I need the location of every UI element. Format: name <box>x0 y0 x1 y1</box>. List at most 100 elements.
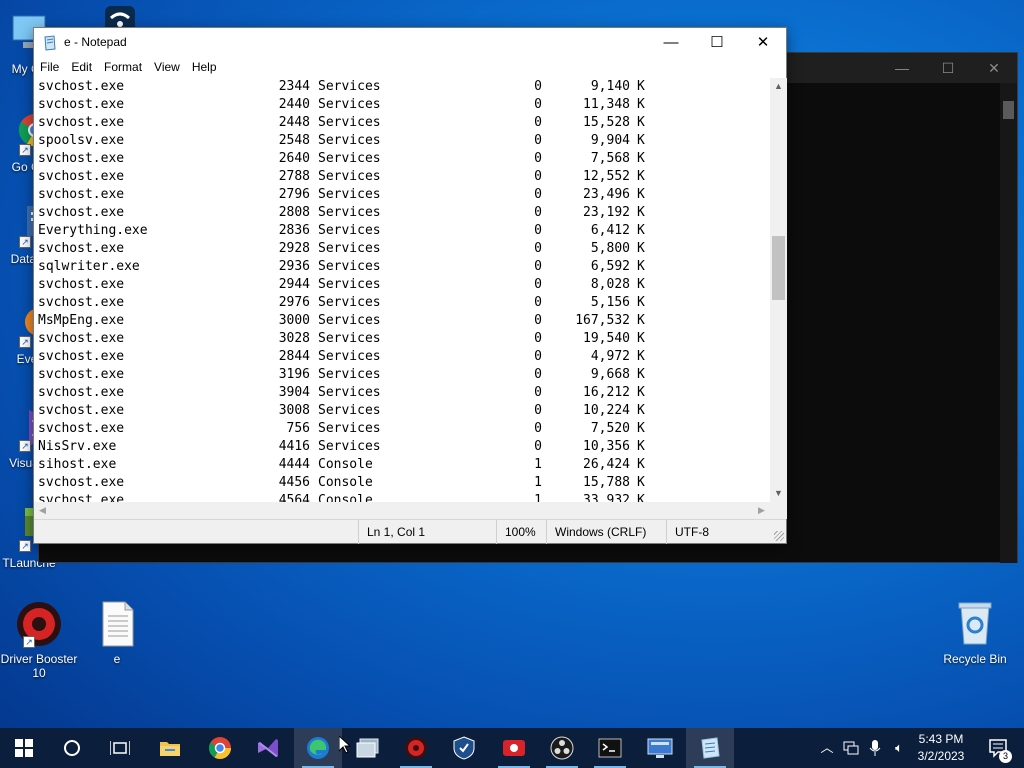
resize-grip[interactable] <box>774 531 784 541</box>
line-mem: 33,932 <box>583 493 630 502</box>
line-mem: 167,532 <box>575 313 630 328</box>
desktop-icon-e-text-file[interactable]: e <box>78 600 156 666</box>
photos-icon[interactable] <box>344 728 392 768</box>
vertical-scroll-thumb[interactable] <box>772 236 785 300</box>
line-pid: 2448 <box>278 115 310 130</box>
line-unit: K <box>637 187 645 202</box>
text-line: svchost.exe 3008 Services 0 10,224 K <box>34 402 770 420</box>
console-vertical-scrollbar[interactable] <box>1000 83 1017 563</box>
edge-icon[interactable] <box>294 728 342 768</box>
chrome-icon[interactable] <box>196 728 244 768</box>
notepad-icon <box>42 35 58 51</box>
scroll-up-arrow-icon[interactable]: ▲ <box>770 78 787 95</box>
line-session: Services <box>318 205 381 220</box>
scroll-left-arrow-icon[interactable]: ◀ <box>34 502 51 519</box>
clock-date: 3/2/2023 <box>917 749 965 763</box>
line-pid: 4416 <box>278 439 310 454</box>
line-session: Services <box>318 367 381 382</box>
microphone-icon[interactable] <box>864 728 886 768</box>
line-unit: K <box>637 367 645 382</box>
desktop-icon-recycle-bin[interactable]: Recycle Bin <box>936 600 1014 666</box>
console-close-button[interactable]: ✕ <box>971 53 1017 83</box>
line-mem: 15,788 <box>583 475 630 490</box>
window-title: e - Notepad <box>64 35 127 49</box>
line-mem: 8,028 <box>590 277 630 292</box>
vertical-scrollbar[interactable]: ▲ ▼ <box>770 78 787 502</box>
notepad-window[interactable]: e - Notepad — ☐ ✕ File Edit Format View … <box>33 27 787 544</box>
menu-format[interactable]: Format <box>104 57 150 78</box>
line-unit: K <box>637 79 645 94</box>
line-pid: 2836 <box>278 223 310 238</box>
console-minimize-button[interactable]: — <box>879 53 925 83</box>
line-session: Services <box>318 241 381 256</box>
volume-icon[interactable]: 🔈︎ <box>888 728 910 768</box>
line-name: svchost.exe <box>38 385 125 400</box>
close-button[interactable]: ✕ <box>740 28 786 57</box>
line-num: 0 <box>534 223 542 238</box>
line-pid: 3008 <box>278 403 310 418</box>
remote-desktop-icon[interactable] <box>636 728 684 768</box>
line-mem: 12,552 <box>583 169 630 184</box>
maximize-button[interactable]: ☐ <box>694 28 740 57</box>
line-session: Services <box>318 97 381 112</box>
minimize-button[interactable]: — <box>648 28 694 57</box>
line-pid: 3196 <box>278 367 310 382</box>
driver-booster-icon[interactable] <box>392 728 440 768</box>
text-line: svchost.exe 2928 Services 0 5,800 K <box>34 240 770 258</box>
text-line: svchost.exe 2448 Services 0 15,528 K <box>34 114 770 132</box>
desktop-icon-label: Recycle Bin <box>943 652 1007 666</box>
scroll-right-arrow-icon[interactable]: ▶ <box>753 502 770 519</box>
network-icon[interactable] <box>840 728 862 768</box>
line-num: 0 <box>534 133 542 148</box>
menu-help[interactable]: Help <box>192 57 225 78</box>
file-explorer-icon[interactable] <box>146 728 194 768</box>
line-pid: 2928 <box>278 241 310 256</box>
windows-start-icon[interactable] <box>0 728 48 768</box>
line-pid: 2548 <box>278 133 310 148</box>
desktop-icon-label: e <box>113 652 121 666</box>
line-unit: K <box>637 421 645 436</box>
terminal-icon[interactable] <box>586 728 634 768</box>
line-num: 0 <box>534 385 542 400</box>
line-name: svchost.exe <box>38 79 125 94</box>
horizontal-scrollbar[interactable]: ◀ ▶ <box>34 502 770 519</box>
line-mem: 26,424 <box>583 457 630 472</box>
text-editor-area[interactable]: svchost.exe 2344 Services 0 9,140 Ksvchost.ex… <box>34 78 770 502</box>
line-pid: 2640 <box>278 151 310 166</box>
notepad-icon[interactable] <box>686 728 734 768</box>
screen-recorder-icon[interactable] <box>490 728 538 768</box>
line-unit: K <box>637 169 645 184</box>
line-session: Services <box>318 349 381 364</box>
clock[interactable]: 5:43 PM 3/2/2023 <box>908 731 974 765</box>
line-session: Console <box>318 457 373 472</box>
chevron-up-icon[interactable]: ︿ <box>816 728 838 768</box>
console-scroll-thumb[interactable] <box>1003 101 1014 119</box>
menu-edit[interactable]: Edit <box>71 57 100 78</box>
desktop-icon-driver-booster[interactable]: ↗ Driver Booster 10 <box>0 600 78 680</box>
console-maximize-button[interactable]: ☐ <box>925 53 971 83</box>
text-line: svchost.exe 2788 Services 0 12,552 K <box>34 168 770 186</box>
visual-studio-icon[interactable] <box>244 728 292 768</box>
search-icon[interactable] <box>48 728 96 768</box>
text-file-icon <box>93 600 141 648</box>
line-mem: 10,356 <box>583 439 630 454</box>
task-view-icon[interactable] <box>96 728 144 768</box>
menu-file[interactable]: File <box>40 57 67 78</box>
defender-icon[interactable] <box>440 728 488 768</box>
line-pid: 4456 <box>278 475 310 490</box>
obs-icon[interactable] <box>538 728 586 768</box>
notification-center-icon[interactable]: 3 <box>978 728 1018 768</box>
notepad-titlebar[interactable]: e - Notepad — ☐ ✕ <box>34 28 786 57</box>
line-pid: 3000 <box>278 313 310 328</box>
line-unit: K <box>637 223 645 238</box>
zoom-level: 100% <box>496 520 546 544</box>
line-session: Services <box>318 421 381 436</box>
encoding: UTF-8 <box>666 520 776 544</box>
line-mem: 9,668 <box>590 367 630 382</box>
line-num: 0 <box>534 421 542 436</box>
line-num: 0 <box>534 403 542 418</box>
line-unit: K <box>637 331 645 346</box>
text-line: svchost.exe 3196 Services 0 9,668 K <box>34 366 770 384</box>
menu-view[interactable]: View <box>154 57 188 78</box>
scroll-down-arrow-icon[interactable]: ▼ <box>770 485 787 502</box>
